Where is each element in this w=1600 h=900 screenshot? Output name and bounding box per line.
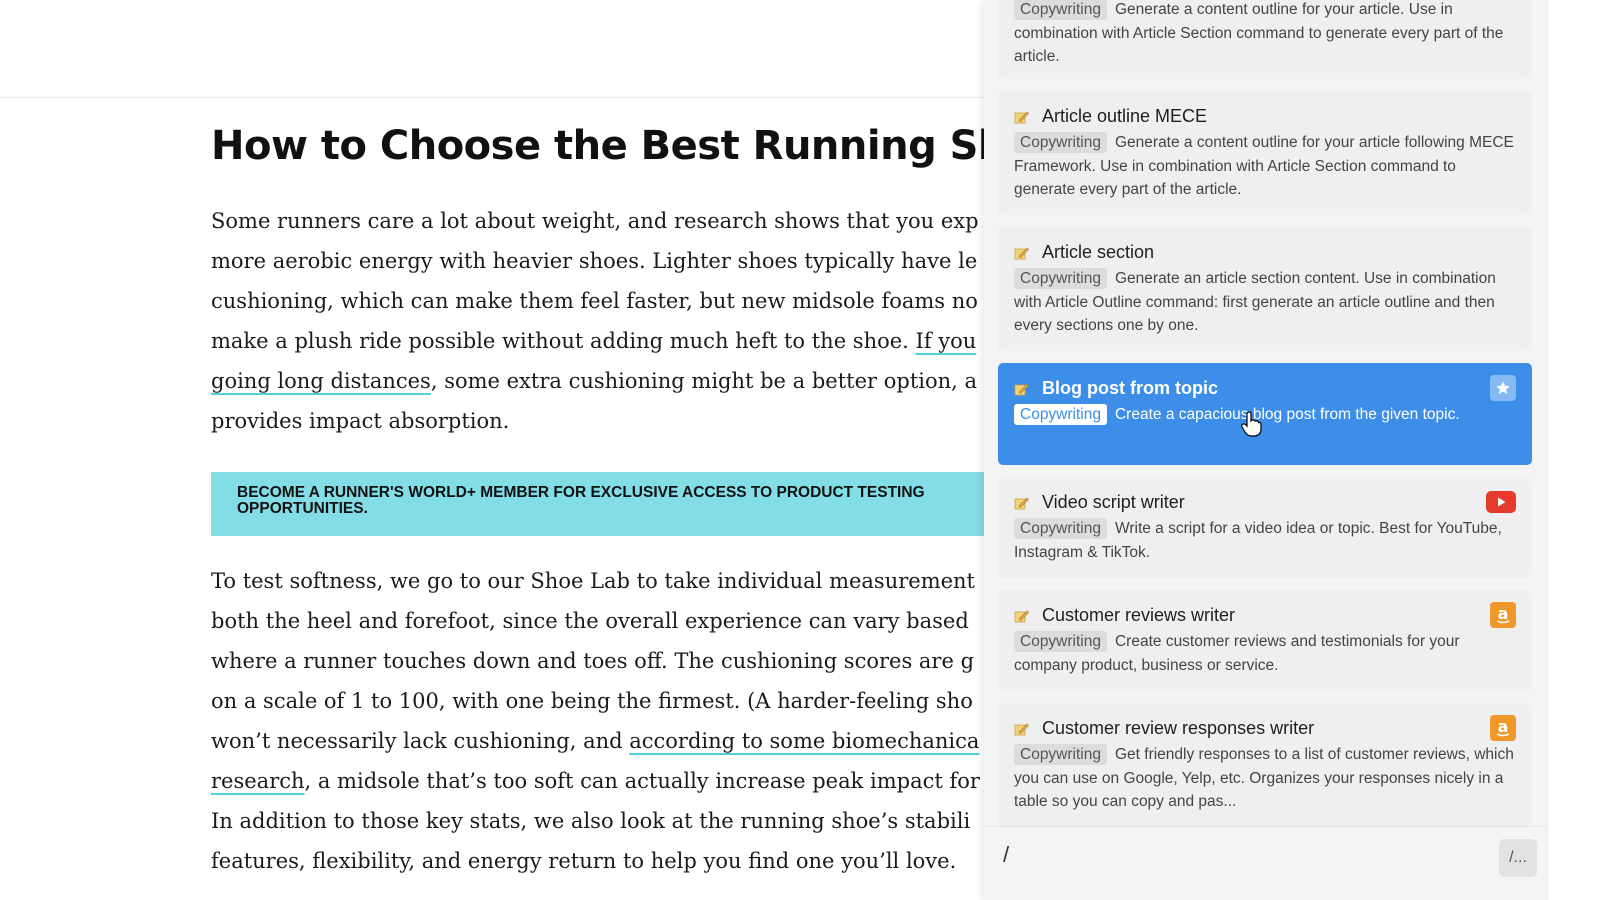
article: How to Choose the Best Running Shoe Some… bbox=[0, 97, 984, 900]
paragraph-line: cushioning, which can make them feel fas… bbox=[211, 289, 978, 313]
paragraph-text: , some extra cushioning might be a bette… bbox=[430, 369, 978, 393]
command-description: Copywriting Create customer reviews and t… bbox=[1014, 630, 1516, 677]
command-card-article-section[interactable]: Article section Copywriting Generate an a… bbox=[998, 227, 1532, 351]
category-tag: Copywriting bbox=[1014, 631, 1107, 652]
biomechanical-research-link-continued[interactable]: research bbox=[211, 769, 305, 793]
pencil-icon bbox=[1014, 497, 1029, 510]
command-input-bar[interactable]: / /... bbox=[984, 826, 1547, 900]
command-card-blog-post-from-topic[interactable]: Blog post from topic Copywriting Create a… bbox=[998, 363, 1532, 465]
command-description: Copywriting Get friendly responses to a l… bbox=[1014, 743, 1516, 814]
article-paragraph-2: To test softness, we go to our Shoe Lab … bbox=[211, 561, 984, 881]
command-title: Article section bbox=[1042, 242, 1155, 262]
paragraph-line: Some runners care a lot about weight, an… bbox=[211, 209, 979, 233]
pencil-icon bbox=[1014, 111, 1029, 124]
command-list[interactable]: Copywriting Generate a content outline fo… bbox=[984, 0, 1547, 826]
paragraph-line: In addition to those key stats, we also … bbox=[211, 809, 971, 833]
long-distances-link-continued[interactable]: going long distances bbox=[211, 369, 431, 393]
category-tag: Copywriting bbox=[1014, 404, 1107, 425]
membership-banner[interactable]: BECOME A RUNNER'S WORLD+ MEMBER FOR EXCL… bbox=[211, 472, 984, 536]
paragraph-text: make a plush ride possible without addin… bbox=[211, 329, 916, 353]
command-title: Customer review responses writer bbox=[1042, 718, 1315, 738]
svg-text:a: a bbox=[1498, 718, 1509, 736]
command-title: Blog post from topic bbox=[1042, 378, 1218, 398]
hand-cursor-icon bbox=[1241, 411, 1262, 437]
command-panel: Copywriting Generate a content outline fo… bbox=[984, 0, 1547, 900]
banner-text: BECOME A RUNNER'S WORLD+ MEMBER FOR EXCL… bbox=[237, 484, 925, 517]
star-icon[interactable] bbox=[1490, 375, 1516, 401]
biomechanical-research-link[interactable]: according to some biomechanica bbox=[629, 729, 979, 753]
command-card-video-script-writer[interactable]: Video script writer Copywriting Write a s… bbox=[998, 477, 1532, 578]
command-card-article-outline-mece[interactable]: Article outline MECE Copywriting Generate… bbox=[998, 91, 1532, 215]
command-description: Copywriting Generate a content outline fo… bbox=[1014, 131, 1516, 202]
command-description: Copywriting Generate an article section c… bbox=[1014, 267, 1516, 338]
command-card-header: Blog post from topic bbox=[1014, 373, 1516, 403]
long-distances-link[interactable]: If you bbox=[916, 329, 977, 353]
article-title: How to Choose the Best Running Shoe bbox=[211, 123, 984, 169]
article-paragraph-1: Some runners care a lot about weight, an… bbox=[211, 201, 984, 441]
top-bar bbox=[0, 0, 984, 98]
command-input[interactable]: / bbox=[1003, 842, 1009, 868]
paragraph-line: on a scale of 1 to 100, with one being t… bbox=[211, 689, 973, 713]
command-title: Article outline MECE bbox=[1042, 106, 1208, 126]
paragraph-line: To test softness, we go to our Shoe Lab … bbox=[211, 569, 975, 593]
command-card-header: Article section bbox=[1014, 237, 1516, 267]
paragraph-text: won’t necessarily lack cushioning, and bbox=[211, 729, 630, 753]
pencil-icon bbox=[1014, 610, 1029, 623]
svg-text:a: a bbox=[1498, 605, 1509, 623]
command-card-header: Video script writer bbox=[1014, 487, 1516, 517]
category-tag: Copywriting bbox=[1014, 518, 1107, 539]
command-card-customer-review-responses-writer[interactable]: Customer review responses writer a Copyw… bbox=[998, 703, 1532, 826]
pencil-icon bbox=[1014, 247, 1029, 260]
paragraph-line: more aerobic energy with heavier shoes. … bbox=[211, 249, 978, 273]
command-title: Video script writer bbox=[1042, 492, 1185, 512]
pencil-icon bbox=[1014, 383, 1029, 396]
command-title: Customer reviews writer bbox=[1042, 605, 1236, 625]
page-right-edge bbox=[1547, 0, 1568, 900]
category-tag: Copywriting bbox=[1014, 268, 1107, 289]
paragraph-line: both the heel and forefoot, since the ov… bbox=[211, 609, 969, 633]
command-description-text: Create a capacious blog post from the gi… bbox=[1114, 406, 1460, 423]
paragraph-line: provides impact absorption. bbox=[211, 409, 510, 433]
command-description: Copywriting Generate a content outline fo… bbox=[1014, 0, 1516, 69]
paragraph-line: won’t necessarily lack cushioning, and a… bbox=[211, 721, 984, 761]
amazon-icon: a bbox=[1490, 715, 1516, 741]
command-card-customer-reviews-writer[interactable]: Customer reviews writer a Copywriting Cre… bbox=[998, 590, 1532, 691]
paragraph-line: research, a midsole that’s too soft can … bbox=[211, 761, 984, 801]
command-description: Copywriting Create a capacious blog post … bbox=[1014, 403, 1516, 427]
paragraph-line: features, flexibility, and energy return… bbox=[211, 849, 957, 873]
category-tag: Copywriting bbox=[1014, 132, 1107, 153]
category-tag: Copywriting bbox=[1014, 0, 1107, 20]
command-card-header: Customer reviews writer a bbox=[1014, 600, 1516, 630]
command-description: Copywriting Write a script for a video id… bbox=[1014, 517, 1516, 564]
command-card-article-outline[interactable]: Copywriting Generate a content outline fo… bbox=[998, 0, 1532, 79]
paragraph-text: , a midsole that’s too soft can actually… bbox=[304, 769, 980, 793]
pencil-icon bbox=[1014, 723, 1029, 736]
command-card-header: Customer review responses writer a bbox=[1014, 713, 1516, 743]
amazon-icon: a bbox=[1490, 602, 1516, 628]
paragraph-line: going long distances, some extra cushion… bbox=[211, 361, 984, 401]
youtube-icon bbox=[1486, 491, 1516, 513]
paragraph-line: make a plush ride possible without addin… bbox=[211, 321, 984, 361]
command-card-header: Article outline MECE bbox=[1014, 101, 1516, 131]
category-tag: Copywriting bbox=[1014, 744, 1107, 765]
paragraph-line: where a runner touches down and toes off… bbox=[211, 649, 975, 673]
command-menu-button[interactable]: /... bbox=[1499, 839, 1537, 877]
